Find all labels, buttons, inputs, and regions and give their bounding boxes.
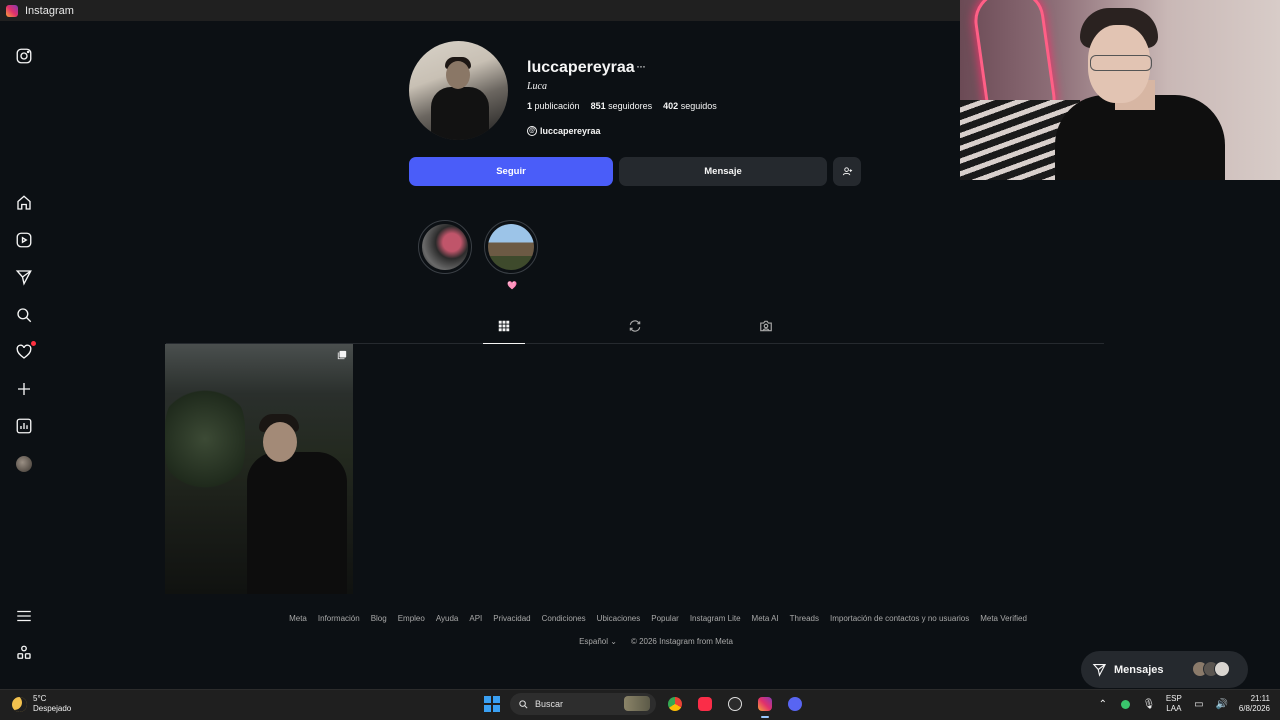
search-highlight-image xyxy=(624,696,650,711)
sidebar xyxy=(0,21,48,689)
repost-icon xyxy=(629,320,641,332)
reels-icon[interactable] xyxy=(14,230,34,250)
footer-link[interactable]: Popular xyxy=(651,614,679,623)
tagged-icon xyxy=(760,320,772,332)
following-stat[interactable]: 402 seguidos xyxy=(663,101,717,111)
more-options-icon[interactable]: ··· xyxy=(636,59,646,73)
footer-bottom: Español ⌄ © 2026 Instagram from Meta xyxy=(48,637,1280,646)
language-selector[interactable]: Español ⌄ xyxy=(579,637,617,646)
app-icon[interactable] xyxy=(724,693,746,715)
instagram-taskbar-icon[interactable] xyxy=(754,693,776,718)
footer-link[interactable]: Ayuda xyxy=(436,614,459,623)
discord-icon[interactable] xyxy=(784,693,806,715)
tab-tagged[interactable] xyxy=(745,319,787,344)
profile-stats: 1 publicación 851 seguidores 402 seguido… xyxy=(527,101,717,111)
profile-tabs xyxy=(166,311,1104,344)
footer-link[interactable]: Instagram Lite xyxy=(690,614,741,623)
weather-condition: Despejado xyxy=(33,704,72,713)
microphone-icon[interactable]: 🎙 xyxy=(1143,698,1156,710)
posts-stat: 1 publicación xyxy=(527,101,580,111)
footer-links: Meta Información Blog Empleo Ayuda API P… xyxy=(48,614,1280,623)
footer-link[interactable]: Blog xyxy=(371,614,387,623)
moon-icon xyxy=(12,696,27,712)
instagram-app-icon xyxy=(6,4,18,17)
system-tray: ⌃ 🎙 ESP LAA ▭ 🔊 21:11 6/8/2026 xyxy=(1097,694,1270,714)
story-highlight[interactable] xyxy=(484,220,538,274)
search-icon xyxy=(519,699,528,709)
footer-link[interactable]: Empleo xyxy=(398,614,425,623)
footer-link[interactable]: Meta AI xyxy=(752,614,779,623)
window-title: Instagram xyxy=(25,4,74,17)
status-green-icon[interactable] xyxy=(1120,698,1132,710)
carousel-multiple-icon xyxy=(337,350,347,360)
grid-icon xyxy=(498,320,510,332)
temperature: 5°C xyxy=(33,694,47,703)
instagram-logo-icon[interactable] xyxy=(14,46,34,66)
profile-avatar-icon[interactable] xyxy=(14,454,34,474)
volume-icon[interactable]: 🔊 xyxy=(1216,698,1228,710)
network-icon[interactable]: ▭ xyxy=(1193,698,1205,710)
followers-stat[interactable]: 851 seguidores xyxy=(591,101,653,111)
taskbar-search[interactable]: Buscar xyxy=(510,693,656,715)
insights-icon[interactable] xyxy=(14,416,34,436)
notifications-heart-icon[interactable] xyxy=(14,341,36,362)
message-avatars xyxy=(1192,661,1230,677)
windows-taskbar: 5°C Despejado Buscar ⌃ 🎙 ESP LAA ▭ 🔊 21:11… xyxy=(0,689,1280,720)
threads-link[interactable]: @ luccapereyraa xyxy=(527,126,601,136)
footer-link[interactable]: Importación de contactos y no usuarios xyxy=(830,614,969,623)
footer-link[interactable]: Ubicaciones xyxy=(597,614,641,623)
clock[interactable]: 21:11 6/8/2026 xyxy=(1239,694,1270,714)
messages-pill[interactable]: Mensajes xyxy=(1081,651,1248,688)
footer-link[interactable]: API xyxy=(469,614,482,623)
messages-label: Mensajes xyxy=(1114,663,1164,676)
home-icon[interactable] xyxy=(14,193,34,213)
highlight-label: 🩷 xyxy=(507,281,517,290)
copyright: © 2026 Instagram from Meta xyxy=(630,637,733,646)
footer-link[interactable]: Threads xyxy=(790,614,819,623)
footer-link[interactable]: Información xyxy=(318,614,360,623)
chrome-icon[interactable] xyxy=(664,693,686,715)
post-thumbnail[interactable] xyxy=(165,344,353,594)
menu-hamburger-icon[interactable] xyxy=(14,606,34,626)
add-user-icon xyxy=(842,167,852,176)
footer-link[interactable]: Meta Verified xyxy=(980,614,1027,623)
message-button[interactable]: Mensaje xyxy=(619,157,827,186)
notification-dot xyxy=(31,341,36,346)
footer-link[interactable]: Meta xyxy=(289,614,307,623)
profile-username: luccapereyraa xyxy=(527,59,635,76)
suggested-users-button[interactable] xyxy=(833,157,861,186)
create-plus-icon[interactable] xyxy=(14,379,34,399)
apple-music-icon[interactable] xyxy=(694,693,716,715)
profile-picture[interactable] xyxy=(409,41,508,140)
profile-full-name: Luca xyxy=(527,81,547,92)
story-highlight[interactable] xyxy=(418,220,472,274)
windows-start-icon[interactable] xyxy=(482,694,502,714)
language-indicator[interactable]: ESP LAA xyxy=(1166,694,1182,714)
search-placeholder: Buscar xyxy=(535,699,564,709)
taskbar-center: Buscar xyxy=(482,693,806,718)
chevron-down-icon: ⌄ xyxy=(610,637,617,646)
footer-link[interactable]: Privacidad xyxy=(493,614,530,623)
chevron-up-icon[interactable]: ⌃ xyxy=(1097,698,1109,710)
meta-apps-icon[interactable] xyxy=(14,643,34,663)
footer-link[interactable]: Condiciones xyxy=(542,614,586,623)
tab-reposts[interactable] xyxy=(614,319,656,344)
search-icon[interactable] xyxy=(14,305,34,325)
follow-button[interactable]: Seguir xyxy=(409,157,613,186)
threads-handle: luccapereyraa xyxy=(540,126,601,136)
tab-posts-grid[interactable] xyxy=(483,319,525,344)
webcam-overlay xyxy=(960,0,1280,180)
weather-widget[interactable]: 5°C Despejado xyxy=(12,694,71,714)
direct-send-icon[interactable] xyxy=(14,267,34,287)
threads-icon: @ xyxy=(527,126,537,136)
direct-send-icon xyxy=(1092,663,1107,677)
